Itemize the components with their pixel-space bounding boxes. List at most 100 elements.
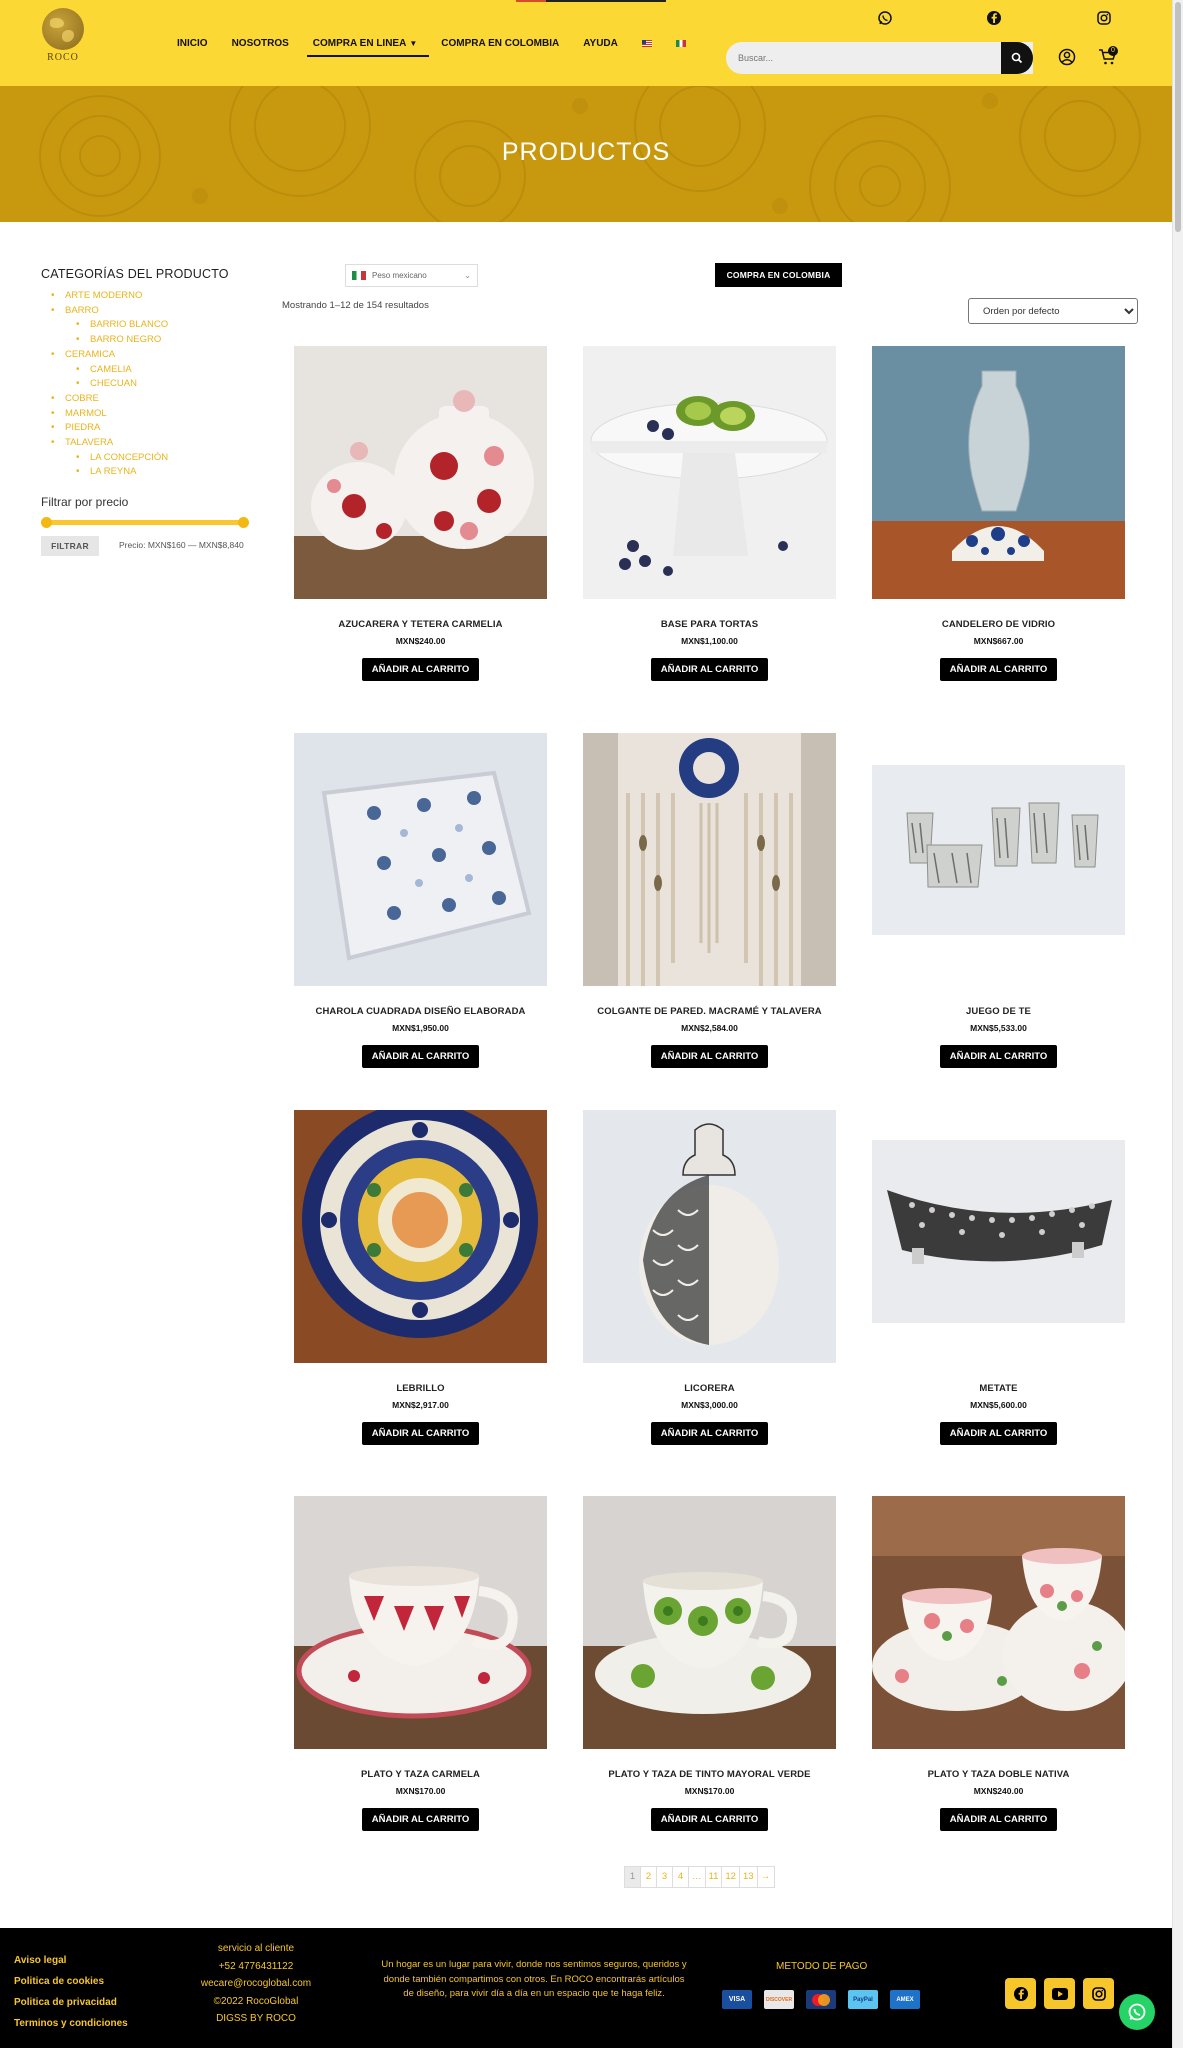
add-to-cart-button[interactable]: AÑADIR AL CARRITO [650, 658, 769, 681]
bowl-image [294, 1110, 547, 1363]
add-to-cart-button[interactable]: AÑADIR AL CARRITO [650, 1808, 769, 1831]
product-image[interactable] [583, 1496, 836, 1749]
next-page-link[interactable]: → [758, 1867, 774, 1887]
whatsapp-icon[interactable] [877, 10, 893, 26]
footer-link-terminos[interactable]: Terminos y condiciones [14, 2013, 128, 2034]
macrame-image [583, 733, 836, 986]
category-la-concepcion[interactable]: LA CONCEPCIÓN [50, 451, 168, 466]
facebook-icon[interactable] [986, 10, 1002, 26]
price-filter-title: Filtrar por precio [41, 495, 129, 509]
category-camelia[interactable]: CAMELIA [50, 363, 168, 378]
page-link[interactable]: 11 [706, 1867, 723, 1887]
product-image[interactable] [872, 733, 1125, 986]
product-name[interactable]: BASE PARA TORTAS [583, 619, 836, 631]
price-slider-min-handle[interactable] [41, 517, 52, 528]
product-name[interactable]: LEBRILLO [294, 1383, 547, 1395]
contact-phone[interactable]: +52 4776431122 [176, 1958, 336, 1976]
price-slider-max-handle[interactable] [238, 517, 249, 528]
facebook-icon [1013, 1986, 1028, 2001]
add-to-cart-button[interactable]: AÑADIR AL CARRITO [939, 1808, 1058, 1831]
account-icon[interactable] [1058, 48, 1076, 66]
product-image[interactable] [294, 733, 547, 986]
add-to-cart-button[interactable]: AÑADIR AL CARRITO [650, 1045, 769, 1068]
product-image[interactable] [294, 346, 547, 599]
category-checuan[interactable]: CHECUAN [50, 377, 168, 392]
product-image[interactable] [583, 346, 836, 599]
category-la-reyna[interactable]: LA REYNA [50, 465, 168, 480]
footer-contact: servicio al cliente +52 4776431122 wecar… [176, 1940, 336, 2028]
price-range-label: Precio: MXN$160 — MXN$8,840 [119, 540, 244, 550]
nav-item-ayuda[interactable]: AYUDA [571, 36, 630, 52]
add-to-cart-button[interactable]: AÑADIR AL CARRITO [361, 658, 480, 681]
vertical-scrollbar[interactable] [1172, 0, 1183, 2048]
add-to-cart-button[interactable]: AÑADIR AL CARRITO [939, 1045, 1058, 1068]
category-marmol[interactable]: MARMOL [50, 407, 168, 422]
search-input[interactable] [726, 42, 996, 74]
mastercard-icon [806, 1990, 836, 2009]
footer-instagram-button[interactable] [1083, 1978, 1114, 2009]
nav-item-compra-en-colombia[interactable]: COMPRA EN COLOMBIA [429, 36, 571, 52]
footer-link-aviso-legal[interactable]: Aviso legal [14, 1950, 128, 1971]
add-to-cart-button[interactable]: AÑADIR AL CARRITO [361, 1808, 480, 1831]
category-cobre[interactable]: COBRE [50, 392, 168, 407]
instagram-icon[interactable] [1096, 10, 1112, 26]
page-link[interactable]: 2 [641, 1867, 657, 1887]
page-current: 1 [625, 1867, 641, 1887]
product-image[interactable] [294, 1110, 547, 1363]
add-to-cart-button[interactable]: AÑADIR AL CARRITO [939, 1422, 1058, 1445]
contact-heading: servicio al cliente [217, 1943, 295, 1954]
add-to-cart-button[interactable]: AÑADIR AL CARRITO [650, 1422, 769, 1445]
footer-facebook-button[interactable] [1005, 1978, 1036, 2009]
product-name[interactable]: CHAROLA CUADRADA DISEÑO ELABORADA [294, 1006, 547, 1018]
add-to-cart-button[interactable]: AÑADIR AL CARRITO [361, 1422, 480, 1445]
product-name[interactable]: AZUCARERA Y TETERA CARMELIA [294, 619, 547, 631]
product-image[interactable] [583, 733, 836, 986]
contact-email[interactable]: wecare@rocoglobal.com [176, 1975, 336, 1993]
filter-button[interactable]: FILTRAR [41, 536, 99, 556]
footer-youtube-button[interactable] [1044, 1978, 1075, 2009]
language-italian[interactable] [664, 36, 698, 52]
product-name[interactable]: PLATO Y TAZA DOBLE NATIVA [872, 1769, 1125, 1781]
page-link[interactable]: 13 [740, 1867, 758, 1887]
cup-saucer-green-image [583, 1496, 836, 1749]
language-english[interactable] [630, 36, 664, 52]
product-name[interactable]: LICORERA [583, 1383, 836, 1395]
footer-link-cookies[interactable]: Politica de cookies [14, 1971, 128, 1992]
product-name[interactable]: PLATO Y TAZA DE TINTO MAYORAL VERDE [583, 1769, 836, 1781]
currency-selector[interactable]: Peso mexicano ⌄ [345, 264, 478, 287]
product-card: CANDELERO DE VIDRIO MXN$667.00 AÑADIR AL… [872, 346, 1125, 681]
category-barro-negro[interactable]: BARRO NEGRO [50, 333, 168, 348]
price-slider[interactable] [41, 517, 249, 528]
site-logo[interactable]: ROCO [40, 8, 86, 66]
page-link[interactable]: 12 [722, 1867, 740, 1887]
page-link[interactable]: 4 [673, 1867, 689, 1887]
category-arte-moderno[interactable]: ARTE MODERNO [50, 289, 168, 304]
scrollbar-thumb[interactable] [1175, 2, 1181, 232]
category-talavera[interactable]: TALAVERA [50, 436, 168, 451]
search-button[interactable] [1001, 42, 1033, 74]
product-name[interactable]: PLATO Y TAZA CARMELA [294, 1769, 547, 1781]
nav-item-nosotros[interactable]: NOSOTROS [220, 36, 301, 52]
footer-link-privacidad[interactable]: Politica de privacidad [14, 1992, 128, 2013]
add-to-cart-button[interactable]: AÑADIR AL CARRITO [361, 1045, 480, 1068]
nav-item-compra-en-linea[interactable]: COMPRA EN LINEA ▼ [301, 36, 430, 57]
product-image[interactable] [583, 1110, 836, 1363]
category-ceramica[interactable]: CERAMICA [50, 348, 168, 363]
product-image[interactable] [294, 1496, 547, 1749]
product-image[interactable] [872, 346, 1125, 599]
page-link[interactable]: 3 [657, 1867, 673, 1887]
nav-item-inicio[interactable]: INICIO [165, 36, 220, 52]
add-to-cart-button[interactable]: AÑADIR AL CARRITO [939, 658, 1058, 681]
product-image[interactable] [872, 1496, 1125, 1749]
compra-en-colombia-button[interactable]: COMPRA EN COLOMBIA [715, 263, 842, 287]
product-name[interactable]: COLGANTE DE PARED. MACRAMÉ Y TALAVERA [583, 1006, 836, 1018]
category-barrio-blanco[interactable]: BARRIO BLANCO [50, 318, 168, 333]
product-name[interactable]: METATE [872, 1383, 1125, 1395]
order-by-select[interactable]: Orden por defecto [968, 298, 1138, 324]
category-barro[interactable]: BARRO [50, 304, 168, 319]
product-name[interactable]: CANDELERO DE VIDRIO [872, 619, 1125, 631]
product-name[interactable]: JUEGO DE TE [872, 1006, 1125, 1018]
product-image[interactable] [872, 1110, 1125, 1363]
whatsapp-chat-button[interactable] [1119, 1994, 1155, 2030]
category-piedra[interactable]: PIEDRA [50, 421, 168, 436]
